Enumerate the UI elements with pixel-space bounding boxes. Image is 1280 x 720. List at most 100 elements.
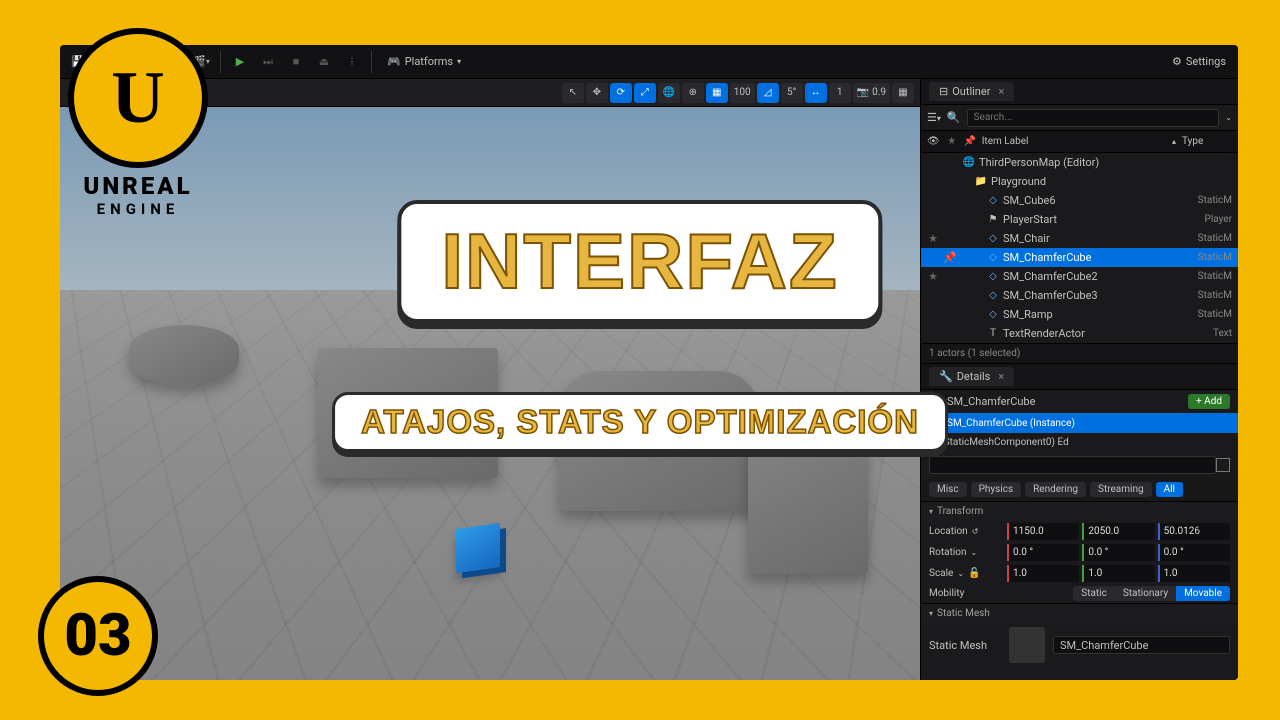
cube-icon: ◇	[987, 195, 999, 207]
skip-button[interactable]: ⏭	[256, 50, 280, 74]
add-component-button[interactable]: + Add	[1188, 394, 1230, 409]
outliner-row[interactable]: ★◇SM_ChamferCube2StaticM	[921, 267, 1238, 286]
text-icon: T	[987, 328, 999, 340]
details-category-tabs: Misc PhysicsRendering Streaming All	[921, 478, 1238, 501]
cube-icon: ◇	[987, 309, 999, 321]
outliner-row[interactable]: ◇SM_Cube6StaticM	[921, 191, 1238, 210]
add-content-icon[interactable]: ⊕▾	[133, 50, 157, 74]
outliner-tabbar: ⊟ Outliner ×	[921, 79, 1238, 105]
mesh-asset-selector[interactable]: SM_ChamferCube	[1053, 636, 1230, 654]
scale-y[interactable]: 1.0	[1082, 565, 1154, 582]
mode-dropdown[interactable]: ▦▾	[94, 50, 118, 74]
mobility-option[interactable]: Movable	[1176, 586, 1230, 601]
outliner-row[interactable]: ⚑PlayerStartPlayer	[921, 210, 1238, 229]
select-tool[interactable]: ↖	[562, 83, 584, 103]
property-matrix-icon[interactable]	[1216, 458, 1230, 472]
filter-icon[interactable]: ☰▾	[927, 111, 941, 124]
world-local-toggle[interactable]: 🌐	[658, 83, 680, 103]
rotation-x[interactable]: 0.0 °	[1007, 544, 1079, 561]
unreal-editor: 💾 ▦▾ ⊕▾ ▤▾ 🎬▾ ▶ ⏭ ■ ⏏ ⋮ 🎮 Platforms ▾ ⚙ …	[60, 45, 1238, 680]
mobility-row: Mobility StaticStationaryMovable	[921, 584, 1238, 603]
viewport-layout[interactable]: ▦	[892, 83, 914, 103]
platforms-dropdown[interactable]: 🎮 Platforms ▾	[379, 50, 469, 74]
category-tab[interactable]: Misc	[929, 482, 967, 497]
viewport-column: ↖ ✥ ⟳ ⤢ 🌐 ⊕ ▦ 100 ◿ 5° ↔ 1 📷 0.9 ▦	[60, 79, 920, 680]
static-mesh-section: ▾Static Mesh Static Mesh SM_ChamferCube	[921, 603, 1238, 667]
search-icon: 🔍	[947, 111, 961, 124]
outliner-row[interactable]: 📌◇SM_ChamferCubeStaticM	[921, 248, 1238, 267]
eye-icon[interactable]: 👁	[927, 136, 940, 147]
folder-icon: 📁	[975, 176, 987, 188]
mobility-option[interactable]: Static	[1073, 586, 1115, 601]
rotation-y[interactable]: 0.0 °	[1082, 544, 1154, 561]
mesh-thumbnail[interactable]	[1009, 627, 1045, 663]
category-tab[interactable]: Streaming	[1090, 482, 1152, 497]
outliner-searchbar: ☰▾ 🔍 ⌄	[921, 105, 1238, 131]
section-header[interactable]: ▾Static Mesh	[921, 604, 1238, 623]
category-tab[interactable]: All	[1156, 482, 1183, 497]
camera-speed[interactable]: 📷 0.9	[853, 83, 890, 103]
component-row[interactable]: nt (StaticMeshComponent0) Ed	[921, 433, 1238, 452]
outliner-row[interactable]: ◇SM_ChamferCube3StaticM	[921, 286, 1238, 305]
lock-icon[interactable]: 🔓	[968, 568, 980, 579]
section-header[interactable]: ▾Transform	[921, 502, 1238, 521]
wrench-icon: 🔧	[939, 370, 953, 383]
outliner-tab[interactable]: ⊟ Outliner ×	[929, 82, 1014, 101]
mobility-toggle[interactable]: StaticStationaryMovable	[1073, 586, 1230, 601]
marketplace-icon[interactable]: ▤▾	[161, 50, 185, 74]
outliner-row[interactable]: 🌐ThirdPersonMap (Editor)	[921, 153, 1238, 172]
scale-z[interactable]: 1.0	[1158, 565, 1230, 582]
details-panel: 🔧 Details × ◇ SM_ChamferCube + Add ◇ SM_…	[921, 363, 1238, 680]
settings-button[interactable]: ⚙ Settings	[1166, 55, 1232, 68]
scale-tool[interactable]: ⤢	[634, 83, 656, 103]
save-icon[interactable]: 💾	[66, 50, 90, 74]
static-mesh-row: Static Mesh SM_ChamferCube	[921, 623, 1238, 667]
play-button[interactable]: ▶	[228, 50, 252, 74]
eject-button[interactable]: ⏏	[312, 50, 336, 74]
main-toolbar: 💾 ▦▾ ⊕▾ ▤▾ 🎬▾ ▶ ⏭ ■ ⏏ ⋮ 🎮 Platforms ▾ ⚙ …	[60, 45, 1238, 79]
outliner-row[interactable]: ★◇SM_ChairStaticM	[921, 229, 1238, 248]
mobility-option[interactable]: Stationary	[1115, 586, 1176, 601]
grid-snap-toggle[interactable]: ▦	[706, 83, 728, 103]
gear-icon: ⚙	[1172, 55, 1182, 68]
cube-icon: ◇	[987, 233, 999, 245]
location-z[interactable]: 50.0126	[1158, 523, 1230, 540]
angle-snap-value[interactable]: 5°	[781, 83, 803, 103]
rotation-z[interactable]: 0.0 °	[1158, 544, 1230, 561]
category-tab[interactable]: Rendering	[1025, 482, 1086, 497]
outliner-row[interactable]: 📁Playground	[921, 172, 1238, 191]
surface-snap[interactable]: ⊕	[682, 83, 704, 103]
angle-snap-toggle[interactable]: ◿	[757, 83, 779, 103]
scale-snap-value[interactable]: 1	[829, 83, 851, 103]
close-icon[interactable]: ×	[998, 85, 1004, 98]
details-tabbar: 🔧 Details ×	[921, 364, 1238, 390]
cinematics-icon[interactable]: 🎬▾	[189, 50, 213, 74]
location-x[interactable]: 1150.0	[1007, 523, 1079, 540]
outliner-row[interactable]: TTextRenderActorText	[921, 324, 1238, 343]
transform-section: ▾Transform Location ↺ 1150.0 2050.0 50.0…	[921, 501, 1238, 603]
selected-mesh-gizmo[interactable]	[456, 523, 500, 573]
pin-icon[interactable]: 📌	[964, 136, 976, 147]
search-options[interactable]: ⌄	[1225, 113, 1232, 122]
viewport-toolbar: ↖ ✥ ⟳ ⤢ 🌐 ⊕ ▦ 100 ◿ 5° ↔ 1 📷 0.9 ▦	[60, 79, 920, 107]
location-row: Location ↺ 1150.0 2050.0 50.0126	[921, 521, 1238, 542]
play-options[interactable]: ⋮	[340, 50, 364, 74]
details-tab[interactable]: 🔧 Details ×	[929, 367, 1014, 386]
reset-icon[interactable]: ↺	[972, 527, 979, 536]
instance-row[interactable]: ◇ SM_ChamferCube (Instance)	[921, 413, 1238, 433]
scale-row: Scale ⌄ 🔓 1.0 1.0 1.0	[921, 563, 1238, 584]
scale-x[interactable]: 1.0	[1007, 565, 1079, 582]
rotate-tool[interactable]: ⟳	[610, 83, 632, 103]
translate-tool[interactable]: ✥	[586, 83, 608, 103]
stop-button[interactable]: ■	[284, 50, 308, 74]
close-icon[interactable]: ×	[998, 370, 1004, 383]
outliner-search-input[interactable]	[967, 109, 1220, 127]
scale-snap-toggle[interactable]: ↔	[805, 83, 827, 103]
outliner-row[interactable]: ◇SM_RampStaticM	[921, 305, 1238, 324]
episode-badge: 03	[38, 576, 158, 696]
category-tab[interactable]: Physics	[971, 482, 1022, 497]
details-search-input[interactable]	[929, 456, 1216, 474]
location-y[interactable]: 2050.0	[1082, 523, 1154, 540]
grid-snap-value[interactable]: 100	[730, 83, 755, 103]
outliner-tree: 🌐ThirdPersonMap (Editor)📁Playground◇SM_C…	[921, 153, 1238, 343]
